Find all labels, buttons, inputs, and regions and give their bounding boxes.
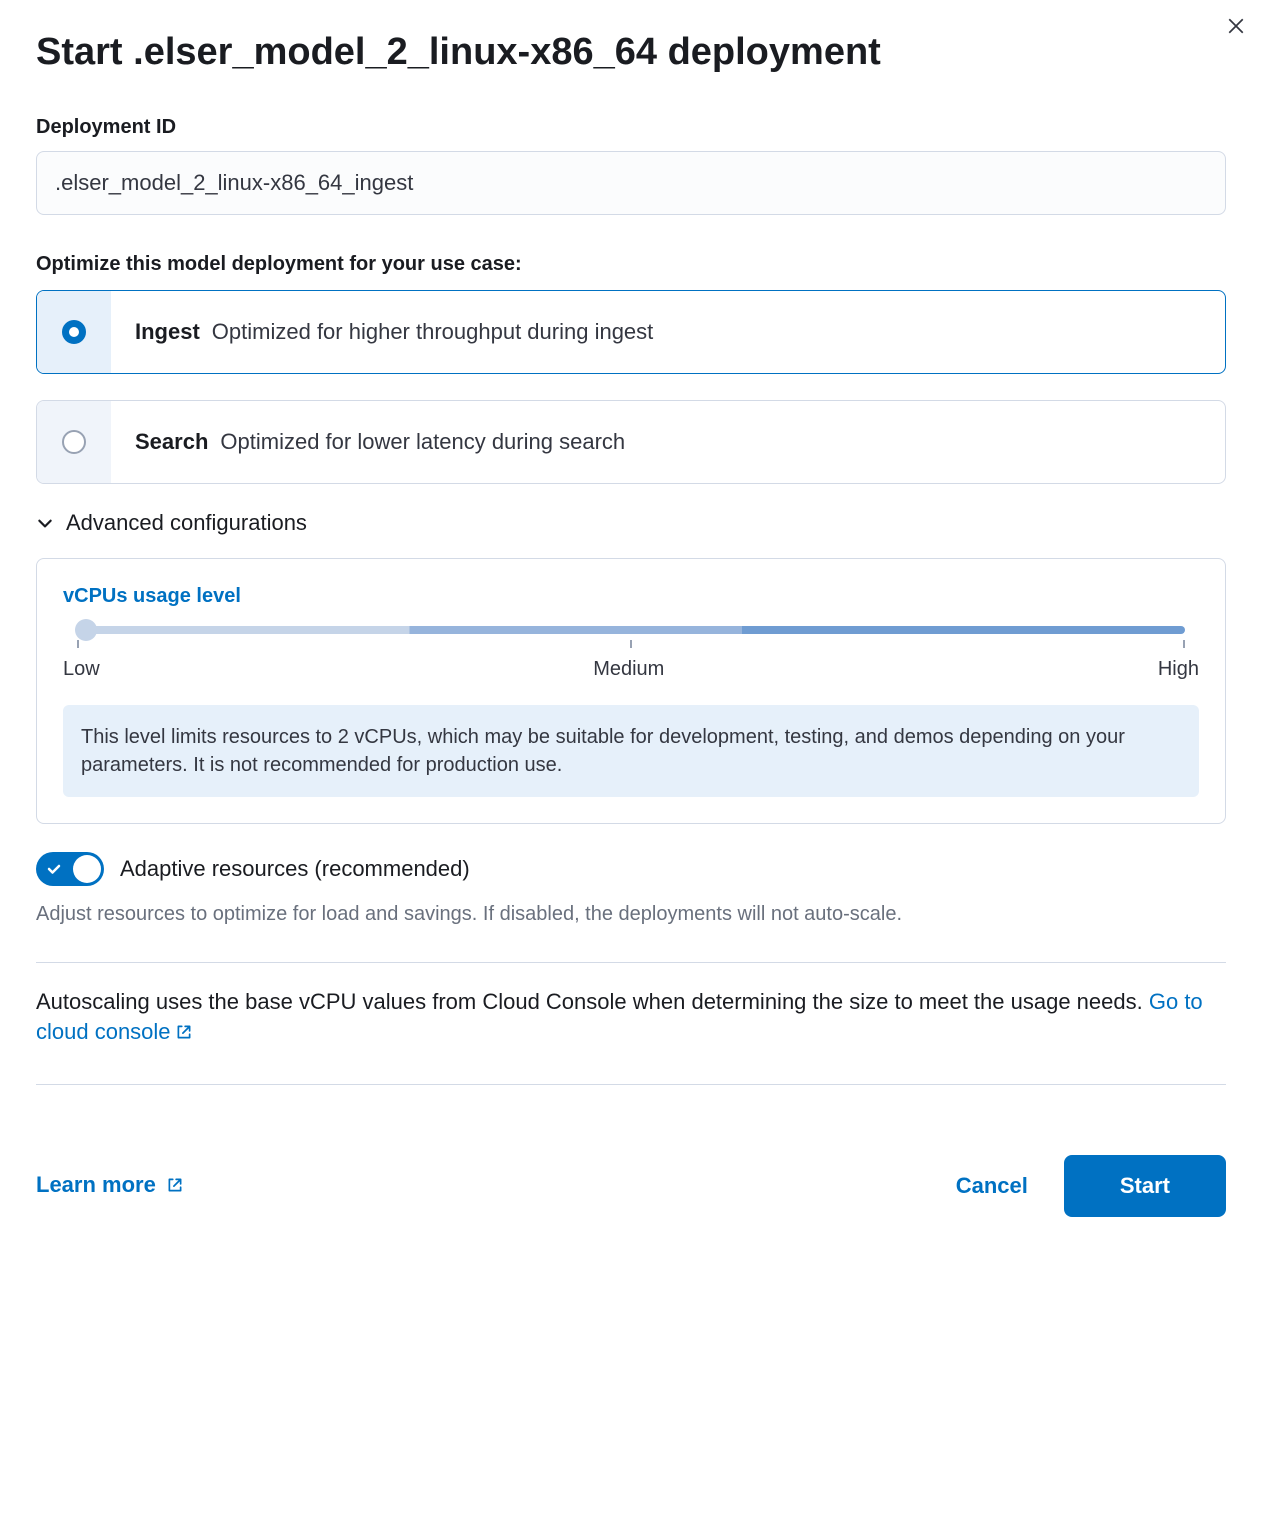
modal-footer: Learn more Cancel Start — [36, 1155, 1226, 1217]
radio-circle-icon — [62, 320, 86, 344]
radio-desc-ingest: Optimized for higher throughput during i… — [212, 319, 653, 345]
radio-content-ingest: Ingest Optimized for higher throughput d… — [111, 291, 677, 373]
close-icon — [1227, 17, 1245, 35]
cancel-button[interactable]: Cancel — [948, 1157, 1036, 1215]
slider-label-medium: Medium — [593, 658, 664, 681]
deployment-id-input[interactable] — [36, 151, 1226, 215]
vcpu-panel: vCPUs usage level Low Medium High This l… — [36, 558, 1226, 824]
start-button[interactable]: Start — [1064, 1155, 1226, 1217]
optimize-label: Optimize this model deployment for your … — [36, 253, 1226, 276]
adaptive-resources-toggle[interactable] — [36, 852, 104, 886]
chevron-down-icon — [36, 514, 54, 532]
toggle-knob — [73, 855, 101, 883]
autoscaling-text: Autoscaling uses the base vCPU values fr… — [36, 989, 1149, 1014]
slider-label-low: Low — [63, 658, 100, 681]
slider-track — [77, 626, 1185, 634]
radio-desc-search: Optimized for lower latency during searc… — [220, 429, 625, 455]
radio-title-search: Search — [135, 429, 208, 455]
vcpu-usage-label: vCPUs usage level — [63, 585, 1199, 608]
autoscaling-note: Autoscaling uses the base vCPU values fr… — [36, 987, 1226, 1051]
radio-content-search: Search Optimized for lower latency durin… — [111, 401, 649, 483]
radio-indicator-search — [37, 401, 111, 483]
radio-card-search[interactable]: Search Optimized for lower latency durin… — [36, 400, 1226, 484]
slider-label-high: High — [1158, 658, 1199, 681]
vcpu-slider[interactable] — [63, 626, 1199, 648]
external-link-icon — [175, 1019, 193, 1050]
divider — [36, 962, 1226, 963]
radio-circle-icon — [62, 430, 86, 454]
vcpu-callout: This level limits resources to 2 vCPUs, … — [63, 705, 1199, 797]
radio-indicator-ingest — [37, 291, 111, 373]
slider-ticks — [77, 640, 1185, 648]
slider-thumb[interactable] — [75, 619, 97, 641]
adaptive-resources-label: Adaptive resources (recommended) — [120, 856, 470, 882]
divider — [36, 1084, 1226, 1085]
learn-more-link[interactable]: Learn more — [36, 1172, 184, 1200]
advanced-config-toggle[interactable]: Advanced configurations — [36, 510, 1226, 536]
radio-title-ingest: Ingest — [135, 319, 200, 345]
adaptive-resources-help: Adjust resources to optimize for load an… — [36, 900, 1226, 928]
radio-card-ingest[interactable]: Ingest Optimized for higher throughput d… — [36, 290, 1226, 374]
deployment-id-label: Deployment ID — [36, 116, 1226, 139]
advanced-config-label: Advanced configurations — [66, 510, 307, 536]
close-button[interactable] — [1224, 14, 1248, 38]
external-link-icon — [166, 1174, 184, 1200]
modal-title: Start .elser_model_2_linux-x86_64 deploy… — [36, 30, 1226, 76]
slider-labels: Low Medium High — [63, 658, 1199, 681]
check-icon — [46, 861, 62, 877]
